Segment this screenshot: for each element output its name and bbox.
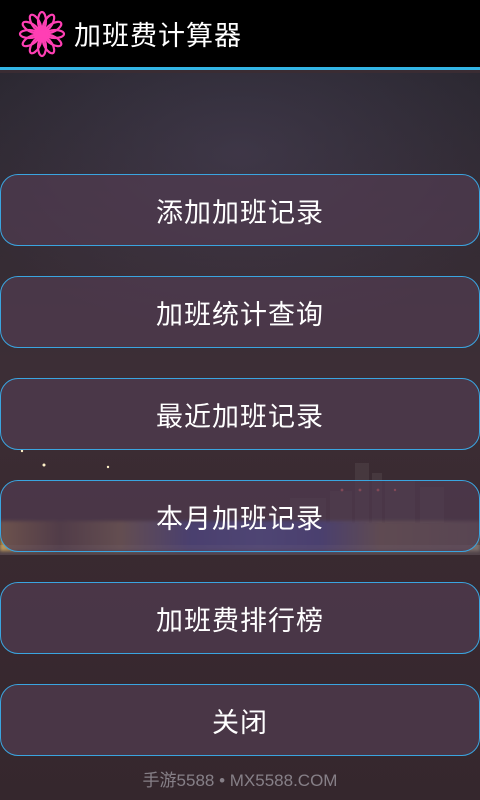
watermark-text: 手游5588 • MX5588.COM bbox=[142, 771, 338, 790]
close-button[interactable]: 关闭 bbox=[0, 684, 480, 756]
app-title: 加班费计算器 bbox=[74, 21, 242, 52]
recent-overtime-records-button[interactable]: 最近加班记录 bbox=[0, 378, 480, 450]
this-month-overtime-records-button[interactable]: 本月加班记录 bbox=[0, 480, 480, 552]
title-bar: 加班费计算器 bbox=[0, 0, 480, 70]
add-overtime-record-button[interactable]: 添加加班记录 bbox=[0, 174, 480, 246]
overtime-pay-ranking-button[interactable]: 加班费排行榜 bbox=[0, 582, 480, 654]
overtime-statistics-query-button[interactable]: 加班统计查询 bbox=[0, 276, 480, 348]
pink-flower-icon bbox=[18, 10, 66, 57]
